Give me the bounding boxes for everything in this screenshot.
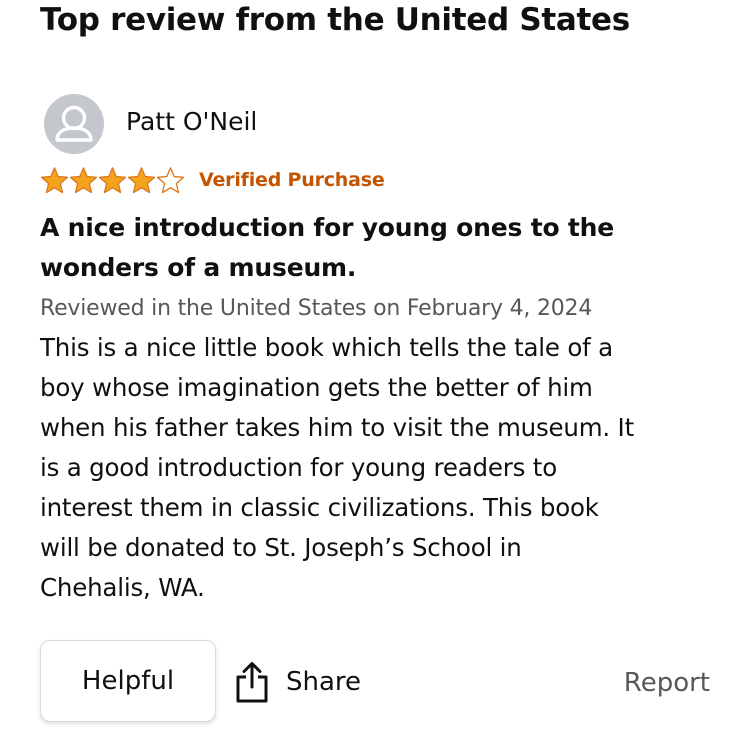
reviewer-name[interactable]: Patt O'Neil: [126, 107, 257, 137]
share-icon: [236, 662, 268, 703]
review-body-line: is a good introduction for young readers…: [40, 453, 557, 482]
review-body-line: when his father takes him to visit the m…: [40, 413, 634, 442]
review-title-line: A nice introduction for young ones to th…: [40, 213, 615, 242]
star-filled-icon: [127, 166, 156, 193]
review-body-line: This is a nice little book which tells t…: [40, 333, 613, 362]
star-filled-icon: [69, 166, 98, 193]
report-link[interactable]: Report: [624, 662, 710, 704]
star-empty-icon: [156, 166, 185, 193]
star-rating[interactable]: [40, 166, 185, 195]
share-label: Share: [286, 667, 362, 697]
rating-row: Verified Purchase: [40, 164, 385, 196]
review-body-line: will be donated to St. Joseph’s School i…: [40, 533, 522, 562]
review-body-line: Chehalis, WA.: [40, 573, 205, 602]
verified-purchase-badge: Verified Purchase: [199, 169, 385, 191]
star-filled-icon: [98, 166, 127, 193]
review-body: This is a nice little book which tells t…: [40, 328, 730, 608]
section-title: Top review from the United States: [40, 2, 630, 38]
review-body-line: interest them in classic civilizations. …: [40, 493, 599, 522]
reviewer-profile[interactable]: Patt O'Neil: [44, 94, 257, 154]
review-body-line: boy whose imagination gets the better of…: [40, 373, 593, 402]
review-title[interactable]: A nice introduction for young ones to th…: [40, 208, 680, 288]
share-button[interactable]: Share: [234, 656, 361, 708]
user-silhouette-icon: [55, 105, 93, 142]
review-date: Reviewed in the United States on Februar…: [40, 296, 593, 321]
helpful-button[interactable]: Helpful: [40, 640, 216, 722]
avatar[interactable]: [44, 94, 104, 154]
review-title-line: wonders of a museum.: [40, 253, 357, 282]
star-filled-icon: [40, 166, 69, 193]
